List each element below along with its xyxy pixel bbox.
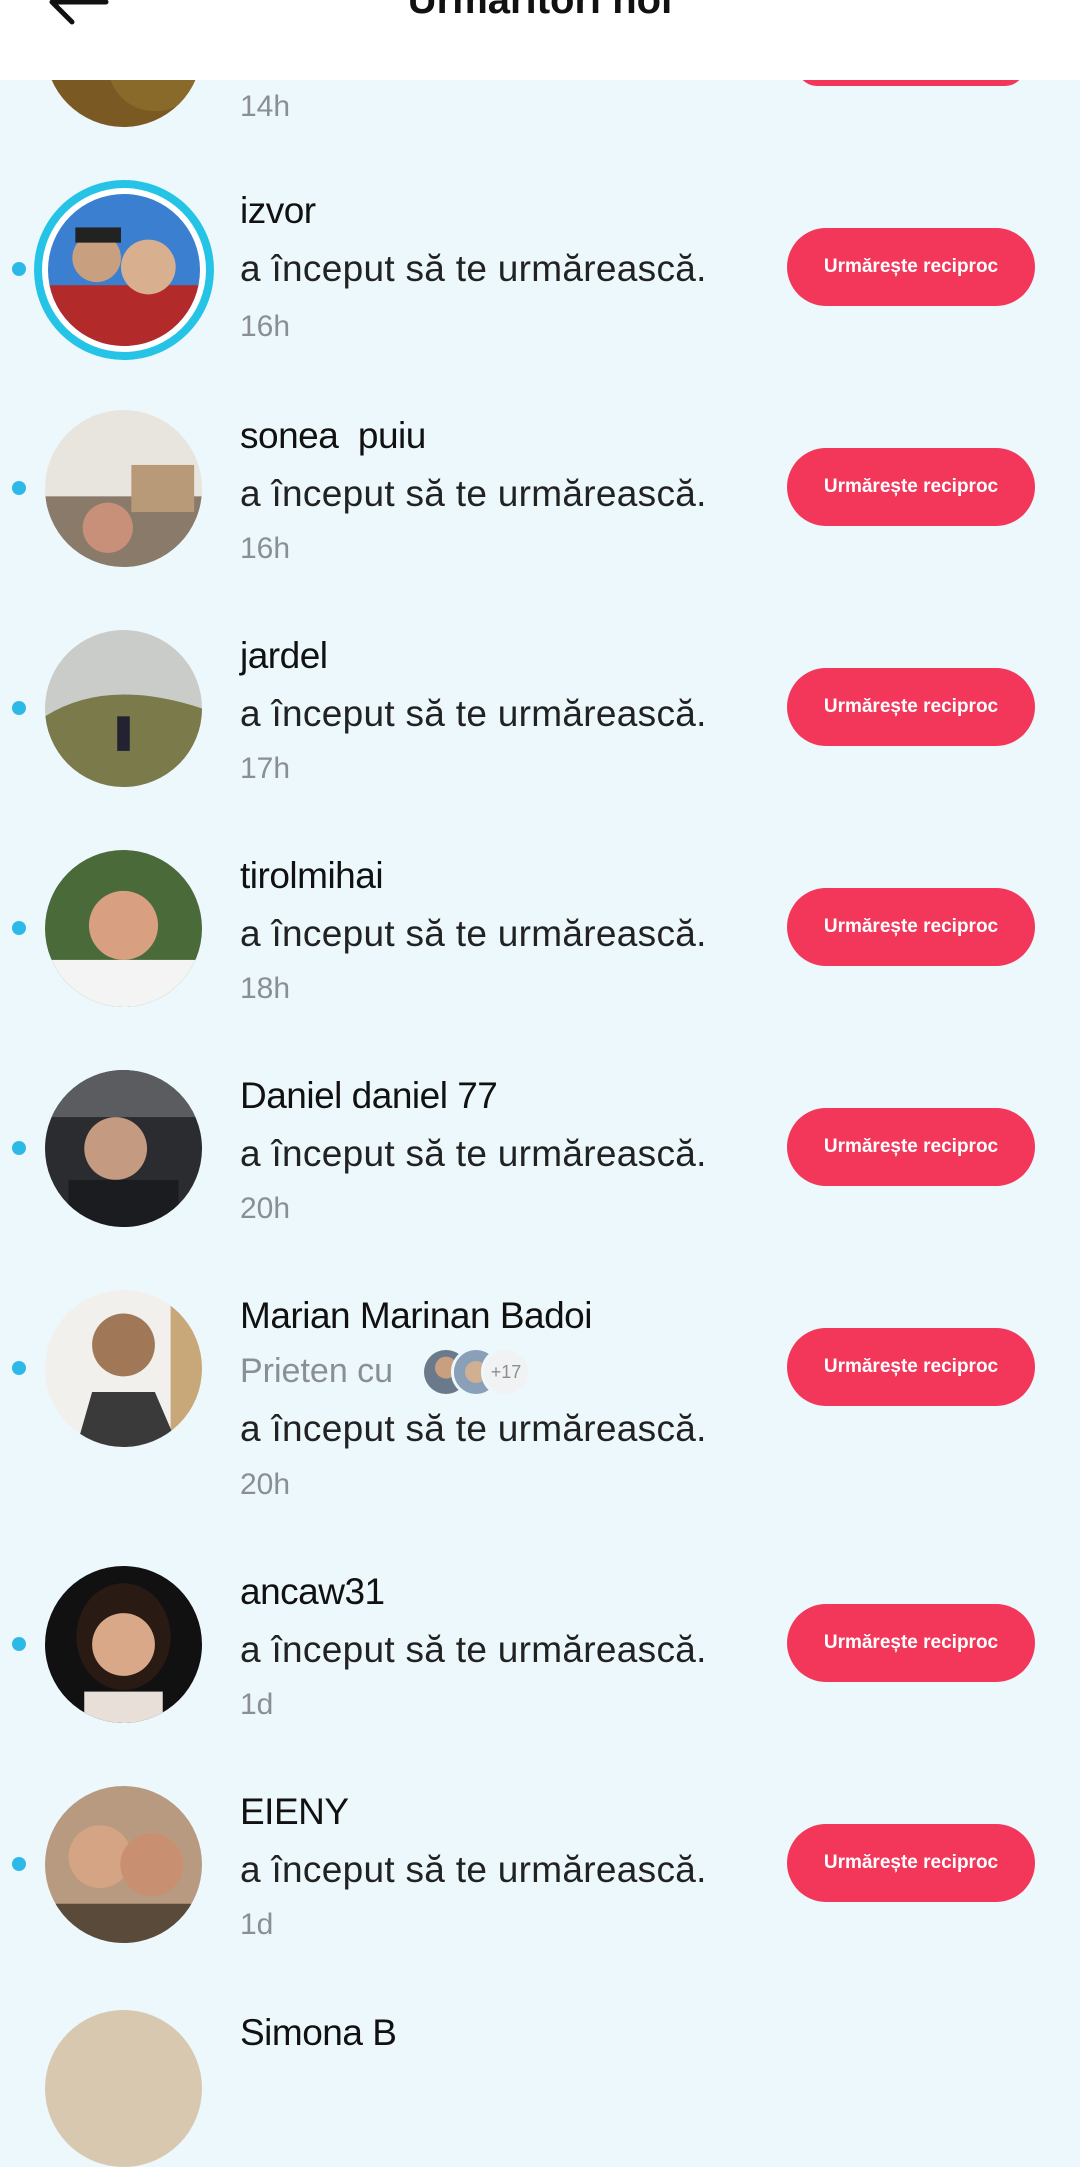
username[interactable]: ancaw31: [240, 1571, 385, 1613]
unread-dot: [12, 1361, 26, 1375]
time-label: 1d: [240, 1908, 274, 1941]
follow-back-button[interactable]: Urmărește reciproc: [787, 1824, 1035, 1902]
activity-text: a început să te urmărească.: [240, 913, 707, 954]
username[interactable]: sonea puiu: [240, 415, 426, 457]
avatar[interactable]: [45, 1290, 202, 1447]
follow-back-button[interactable]: Urmărește reciproc: [787, 448, 1035, 526]
activity-text: a început să te urmărească.: [240, 1629, 707, 1670]
time-label: 17h: [240, 752, 291, 785]
follow-back-button[interactable]: Urmărește reciproc: [787, 228, 1035, 306]
unread-dot: [12, 1637, 26, 1651]
time-label: 14h: [240, 90, 291, 123]
time-label: 20h: [240, 1192, 291, 1225]
follow-back-button[interactable]: Urmărește reciproc: [787, 1328, 1035, 1406]
follow-back-button[interactable]: Urmărește reciproc: [787, 668, 1035, 746]
follow-back-button[interactable]: Urmărește reciproc: [787, 1108, 1035, 1186]
time-label: 16h: [240, 310, 291, 343]
mutual-friends-label: Prieten cu: [240, 1352, 394, 1390]
unread-dot: [12, 262, 26, 276]
unread-dot: [12, 1141, 26, 1155]
avatar[interactable]: [45, 410, 202, 567]
unread-dot: [12, 921, 26, 935]
page-title: Urmăritori noi: [407, 0, 673, 22]
activity-text: a început să te urmărească.: [240, 693, 707, 734]
follow-back-button[interactable]: Urmărește reciproc: [787, 888, 1035, 966]
activity-text: a început să te urmărească.: [240, 473, 707, 514]
unread-dot: [12, 481, 26, 495]
activity-text: a început să te urmărească.: [240, 1849, 707, 1890]
username[interactable]: izvor: [240, 190, 316, 232]
follow-back-button[interactable]: Urmărește reciproc: [787, 1604, 1035, 1682]
time-label: 20h: [240, 1468, 291, 1501]
time-label: 1d: [240, 1688, 274, 1721]
avatar[interactable]: [45, 1566, 202, 1723]
header-bar: Urmăritori noi: [0, 0, 1080, 80]
avatar[interactable]: [45, 1070, 202, 1227]
username[interactable]: Simona B: [240, 2012, 397, 2054]
username[interactable]: tirolmihai: [240, 855, 384, 897]
mutual-friends-count: +17: [481, 1347, 531, 1397]
activity-text: a început să te urmărească.: [240, 248, 707, 289]
avatar[interactable]: [45, 630, 202, 787]
mutual-friends-avatars[interactable]: +17: [421, 1347, 531, 1397]
unread-dot: [12, 1857, 26, 1871]
username[interactable]: EIENY: [240, 1791, 349, 1833]
time-label: 16h: [240, 532, 291, 565]
username[interactable]: Marian Marinan Badoi: [240, 1295, 592, 1337]
avatar[interactable]: [45, 2010, 202, 2167]
activity-text: a început să te urmărească.: [240, 1408, 707, 1449]
avatar[interactable]: [45, 1786, 202, 1943]
activity-text: a început să te urmărească.: [240, 1133, 707, 1174]
username[interactable]: jardel: [240, 635, 328, 677]
avatar[interactable]: [34, 180, 214, 360]
avatar[interactable]: [45, 850, 202, 1007]
username[interactable]: Daniel daniel 77: [240, 1075, 498, 1117]
time-label: 18h: [240, 972, 291, 1005]
unread-dot: [12, 701, 26, 715]
